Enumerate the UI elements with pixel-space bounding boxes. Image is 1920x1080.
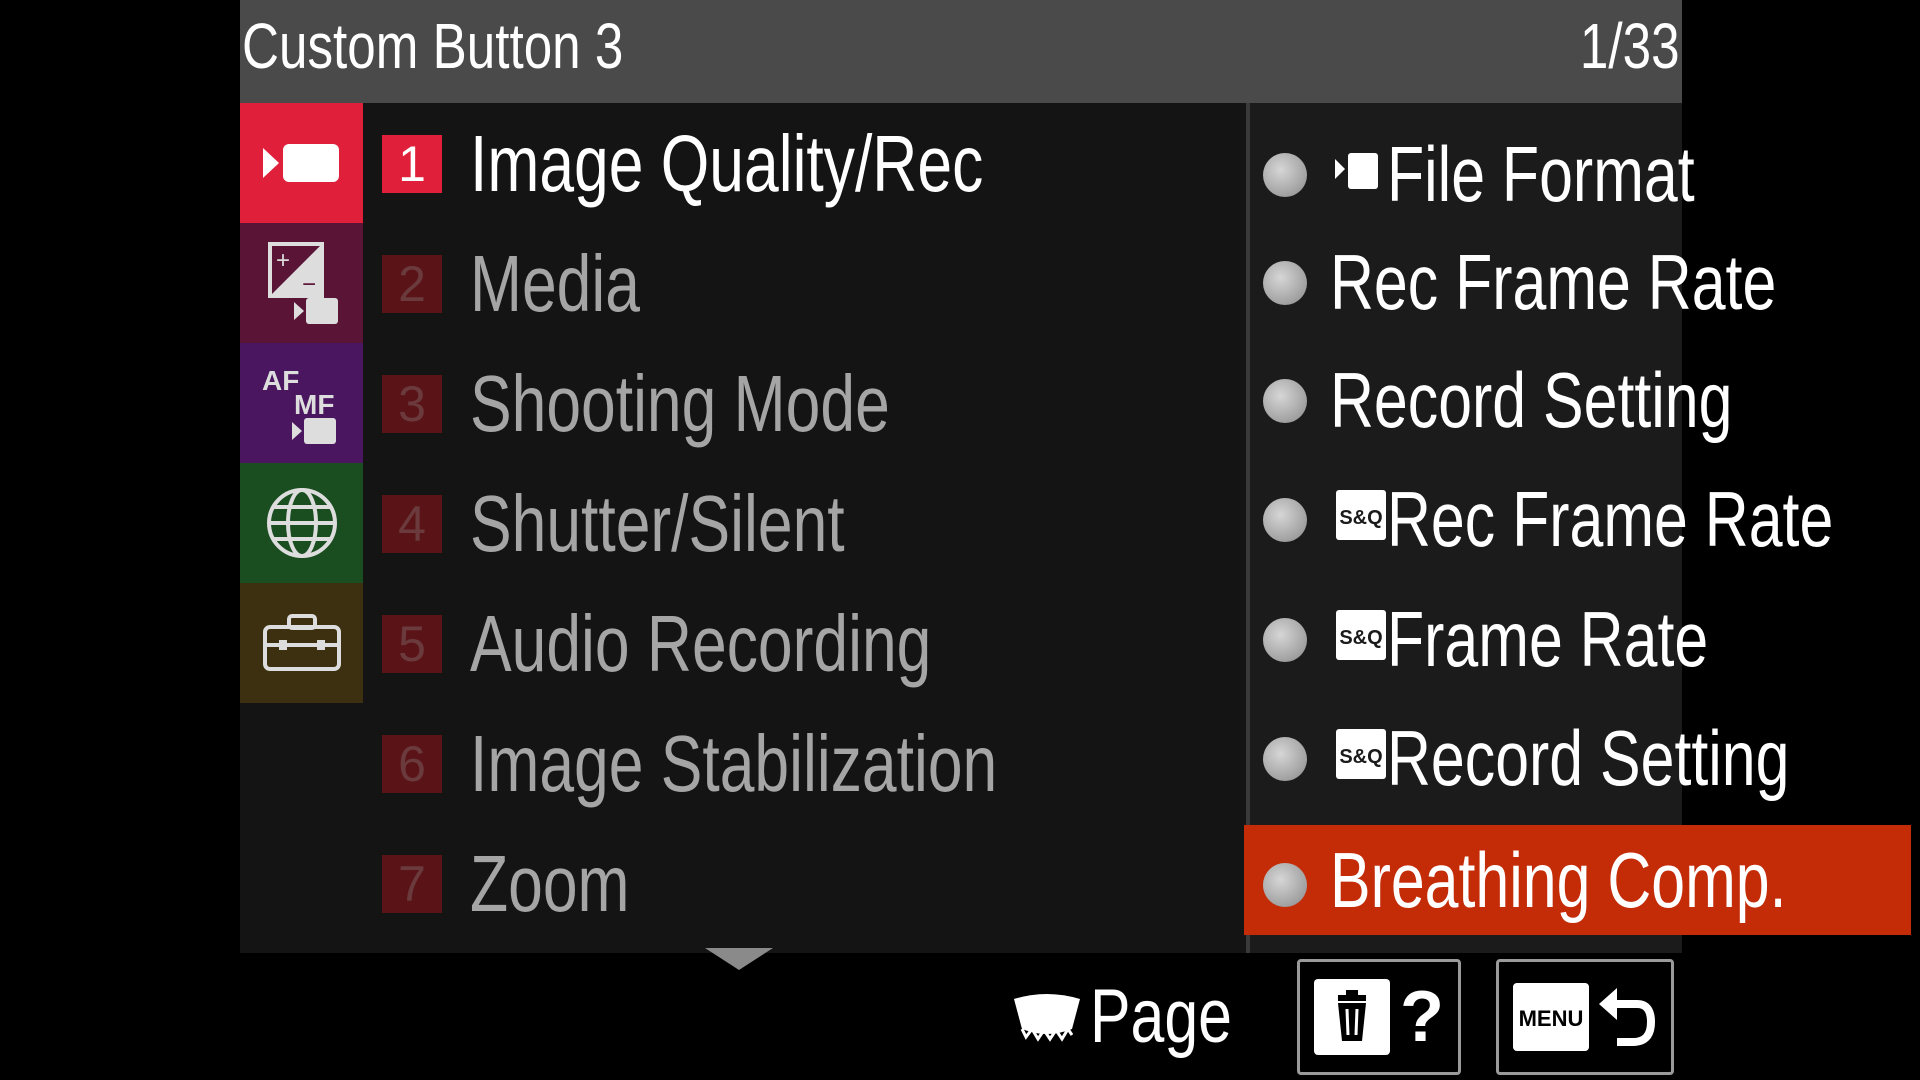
footer-bar: Page ? MENU: [240, 948, 1682, 1080]
camera-menu-screen: Custom Button 3 1/33 + − AF MF 1 Image Q…: [240, 0, 1911, 1080]
submenu-item-media[interactable]: 2 Media: [363, 223, 1246, 343]
submenu-item-zoom[interactable]: 7 Zoom: [363, 823, 1246, 943]
menu-key-icon: MENU: [1513, 983, 1589, 1051]
dial-page-icon: [1014, 994, 1080, 1042]
network-globe-icon: [266, 488, 337, 558]
svg-text:S&Q: S&Q: [1339, 746, 1382, 768]
submenu-item-audio-recording[interactable]: 5 Audio Recording: [363, 583, 1246, 703]
option-sq-record-setting[interactable]: S&Q Record Setting: [1250, 699, 1914, 809]
setup-toolbox-icon: [262, 614, 341, 671]
radio-button: [1263, 261, 1307, 305]
exposure-color-icon: + −: [267, 242, 338, 324]
option-label: Rec Frame Rate: [1387, 475, 1834, 563]
menu-header: Custom Button 3 1/33: [240, 0, 1682, 103]
menu-title: Custom Button 3: [242, 10, 624, 82]
tab-exposure-color[interactable]: + −: [240, 223, 363, 343]
s-and-q-icon: S&Q: [1336, 729, 1386, 779]
category-tabs: + − AF MF: [240, 103, 363, 953]
option-file-format[interactable]: File Format: [1250, 115, 1914, 225]
page-label: Page: [1090, 974, 1232, 1059]
submenu-label: Audio Recording: [470, 599, 932, 688]
tab-shooting[interactable]: [240, 103, 363, 223]
submenu-label: Zoom: [470, 839, 630, 928]
option-label: Frame Rate: [1387, 595, 1709, 683]
movie-camera-icon: [262, 144, 339, 182]
submenu-number: 2: [382, 255, 442, 313]
s-and-q-icon: S&Q: [1336, 610, 1386, 660]
tab-focus[interactable]: AF MF: [240, 343, 363, 463]
submenu-item-image-stabilization[interactable]: 6 Image Stabilization: [363, 703, 1246, 823]
af-mf-icon: AF MF: [262, 365, 336, 444]
option-sq-frame-rate[interactable]: S&Q Frame Rate: [1250, 580, 1914, 690]
submenu-label: Image Stabilization: [470, 719, 998, 808]
radio-button: [1263, 863, 1307, 907]
option-breathing-comp[interactable]: Breathing Comp.: [1244, 825, 1911, 935]
movie-mode-icon: [1335, 153, 1378, 189]
radio-button: [1263, 379, 1307, 423]
submenu-list: 1 Image Quality/Rec 2 Media 3 Shooting M…: [363, 103, 1246, 953]
svg-text:+: +: [276, 247, 290, 274]
s-and-q-icon: S&Q: [1336, 490, 1386, 540]
svg-text:−: −: [302, 271, 316, 298]
return-arrow-icon: [1599, 988, 1656, 1046]
option-label: Rec Frame Rate: [1330, 238, 1777, 326]
submenu-label: Shutter/Silent: [470, 479, 845, 568]
option-label: File Format: [1387, 130, 1695, 218]
submenu-item-shutter-silent[interactable]: 4 Shutter/Silent: [363, 463, 1246, 583]
tab-network[interactable]: [240, 463, 363, 583]
options-list: File Format Rec Frame Rate Record Settin…: [1244, 103, 1911, 953]
help-icon: ?: [1400, 977, 1444, 1057]
submenu-label: Media: [470, 239, 640, 328]
option-record-setting[interactable]: Record Setting: [1250, 341, 1914, 451]
submenu-label: Image Quality/Rec: [470, 119, 984, 208]
option-rec-frame-rate[interactable]: Rec Frame Rate: [1250, 223, 1914, 333]
page-indicator: 1/33: [1580, 10, 1680, 82]
submenu-number: 7: [382, 855, 442, 913]
option-label: Record Setting: [1330, 356, 1733, 444]
radio-button: [1263, 498, 1307, 542]
option-label: Record Setting: [1387, 714, 1790, 802]
submenu-label: Shooting Mode: [470, 359, 890, 448]
svg-text:MENU: MENU: [1519, 1006, 1584, 1031]
submenu-number: 5: [382, 615, 442, 673]
radio-button: [1263, 153, 1307, 197]
scroll-down-icon: [705, 948, 773, 970]
svg-text:S&Q: S&Q: [1339, 507, 1382, 529]
radio-button: [1263, 618, 1307, 662]
submenu-number: 6: [382, 735, 442, 793]
submenu-number: 1: [382, 135, 442, 193]
svg-text:MF: MF: [294, 389, 334, 420]
svg-text:S&Q: S&Q: [1339, 627, 1382, 649]
option-label: Breathing Comp.: [1330, 836, 1787, 924]
menu-back-button[interactable]: MENU: [1496, 959, 1674, 1075]
submenu-number: 3: [382, 375, 442, 433]
page-hint: Page: [1012, 977, 1268, 1057]
tab-setup[interactable]: [240, 583, 363, 703]
option-sq-rec-frame-rate[interactable]: S&Q Rec Frame Rate: [1250, 460, 1914, 570]
submenu-number: 4: [382, 495, 442, 553]
trash-icon: [1314, 979, 1390, 1055]
radio-button: [1263, 737, 1307, 781]
help-button[interactable]: ?: [1297, 959, 1461, 1075]
submenu-item-shooting-mode[interactable]: 3 Shooting Mode: [363, 343, 1246, 463]
submenu-item-image-quality[interactable]: 1 Image Quality/Rec: [363, 103, 1246, 223]
